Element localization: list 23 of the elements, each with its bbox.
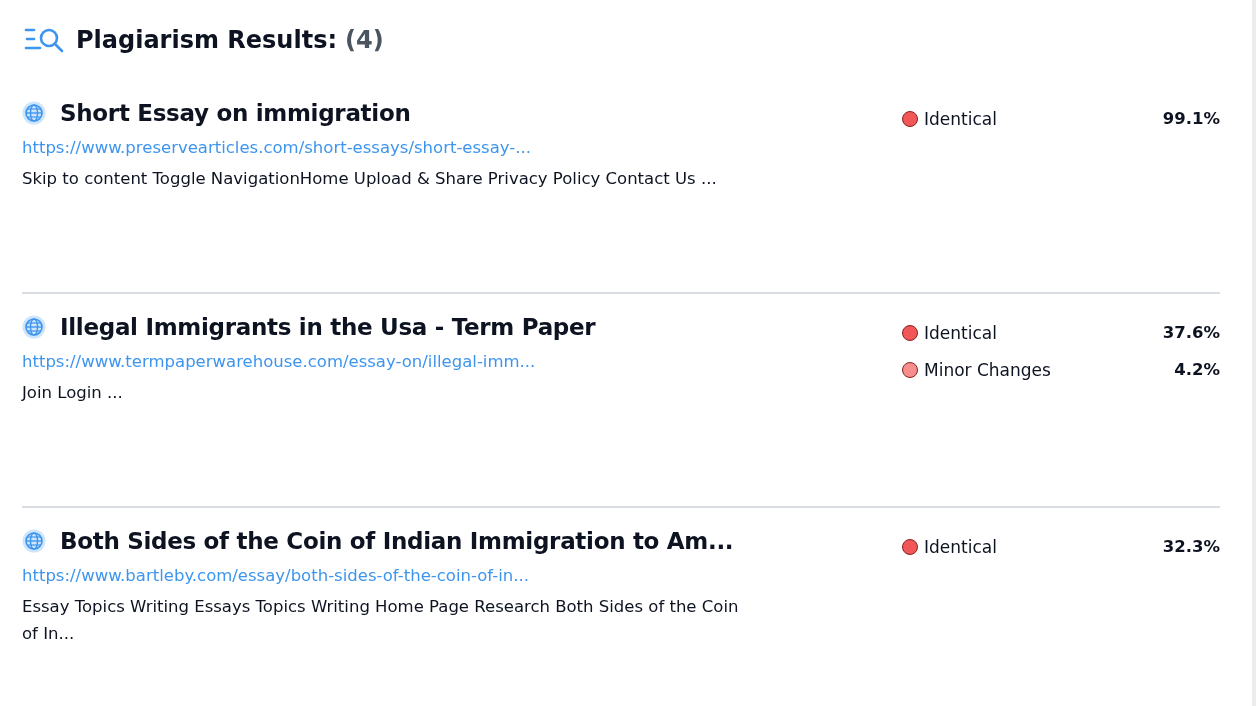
result-snippet: Essay Topics Writing Essays Topics Writing Home Page Research Both Sides of the Coin of In... <box>22 596 740 645</box>
match-type: Identical <box>924 322 997 343</box>
globe-icon <box>22 101 46 125</box>
result-snippet: Skip to content Toggle NavigationHome Upload & Share Privacy Policy Contact Us ... <box>22 168 718 190</box>
globe-icon <box>22 315 46 339</box>
match-type: Identical <box>924 108 997 129</box>
match-percent: 32.3% <box>1162 537 1220 556</box>
result-title: Short Essay on immigration <box>60 100 411 126</box>
match-type: Minor Changes <box>924 359 1051 380</box>
match-percent: 4.2% <box>1174 360 1220 379</box>
result-title: Illegal Immigrants in the Usa - Term Paper <box>60 314 596 340</box>
globe-icon <box>22 529 46 553</box>
match-percent: 99.1% <box>1162 109 1220 128</box>
match-percent: 37.6% <box>1162 323 1220 342</box>
search-results-icon <box>24 26 66 54</box>
result-title: Both Sides of the Coin of Indian Immigration to Am... <box>60 528 734 554</box>
result-count: (4) <box>345 26 384 54</box>
match-type: Identical <box>924 536 997 557</box>
page-title: Plagiarism Results: <box>76 26 338 54</box>
source-link[interactable]: https://www.termpaperwarehouse.com/essay-on/illegal-imm... <box>22 352 536 371</box>
result-snippet: Join Login ... <box>22 382 124 404</box>
source-link[interactable]: https://www.bartleby.com/essay/both-sides-of-the-coin-of-in... <box>22 566 529 585</box>
source-link[interactable]: https://www.preservearticles.com/short-essays/short-essay-... <box>22 138 531 157</box>
